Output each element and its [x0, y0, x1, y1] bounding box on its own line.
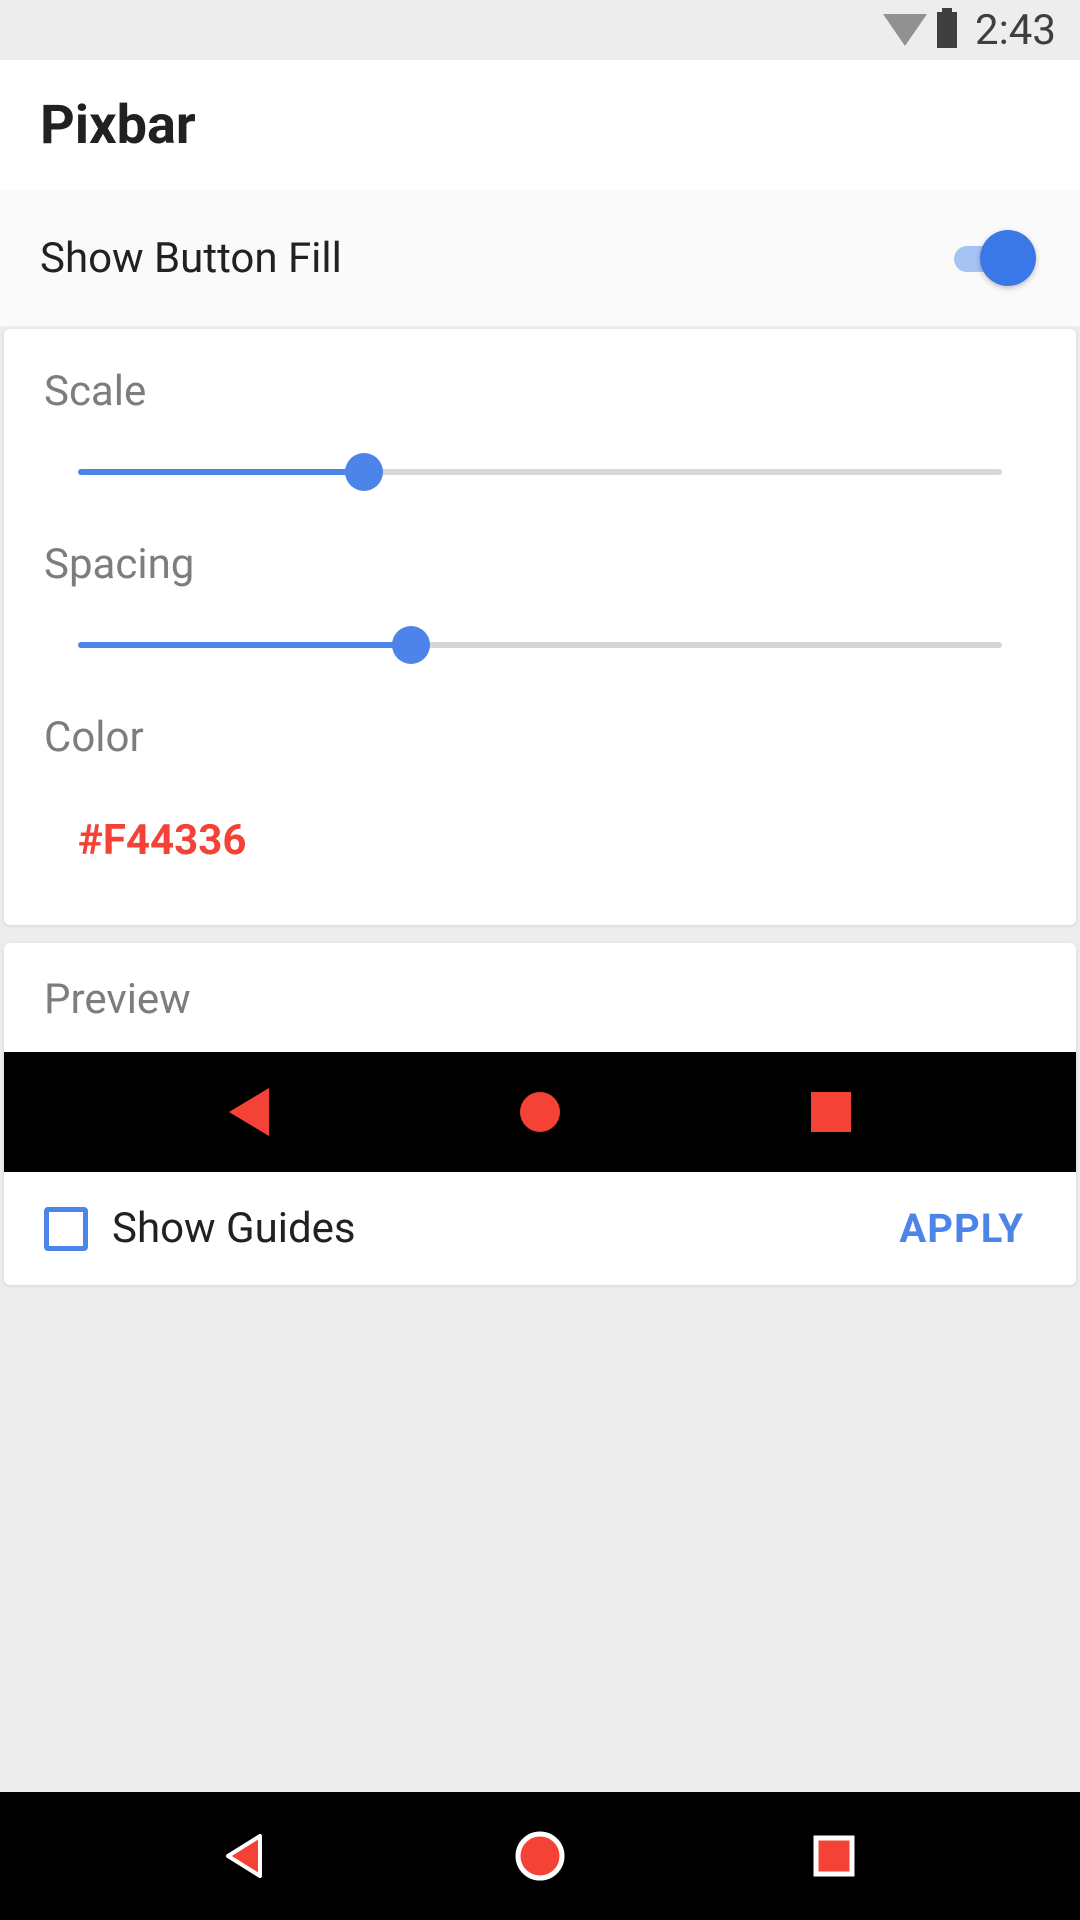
system-recent-icon[interactable] [808, 1830, 860, 1882]
preview-home-icon [520, 1092, 560, 1132]
apply-button[interactable]: APPLY [899, 1205, 1024, 1252]
show-guides-label: Show Guides [112, 1204, 356, 1253]
status-time: 2:43 [975, 6, 1056, 55]
preview-back-icon [229, 1088, 269, 1136]
toggle-show-button-fill[interactable]: Show Button Fill [0, 190, 1080, 327]
show-guides-row[interactable]: Show Guides [44, 1204, 356, 1253]
switch-thumb [980, 230, 1036, 286]
system-back-icon[interactable] [220, 1830, 272, 1882]
toggle-switch[interactable] [954, 230, 1036, 286]
battery-icon [937, 12, 957, 48]
settings-card: Scale Spacing Color #F44336 [4, 329, 1076, 925]
spacing-slider[interactable] [78, 625, 1002, 665]
slider-fill [78, 469, 364, 475]
scale-label: Scale [44, 367, 1036, 416]
scale-slider[interactable] [78, 452, 1002, 492]
slider-thumb[interactable] [392, 626, 430, 664]
color-value[interactable]: #F44336 [78, 816, 1036, 865]
spacing-label: Spacing [44, 540, 1036, 589]
preview-footer: Show Guides APPLY [4, 1172, 1076, 1285]
slider-fill [78, 642, 411, 648]
slider-thumb[interactable] [345, 453, 383, 491]
preview-navbar [4, 1052, 1076, 1172]
system-navbar [0, 1792, 1080, 1920]
wifi-icon [883, 14, 927, 46]
preview-card: Preview Show Guides APPLY [4, 943, 1076, 1285]
app-title: Pixbar [40, 94, 196, 157]
system-home-icon[interactable] [512, 1828, 568, 1884]
preview-label: Preview [4, 943, 1076, 1052]
app-bar: Pixbar [0, 60, 1080, 190]
show-guides-checkbox[interactable] [44, 1207, 88, 1251]
status-bar: 2:43 [0, 0, 1080, 60]
color-label: Color [44, 713, 1036, 762]
toggle-label: Show Button Fill [40, 234, 342, 283]
preview-recent-icon [811, 1092, 851, 1132]
